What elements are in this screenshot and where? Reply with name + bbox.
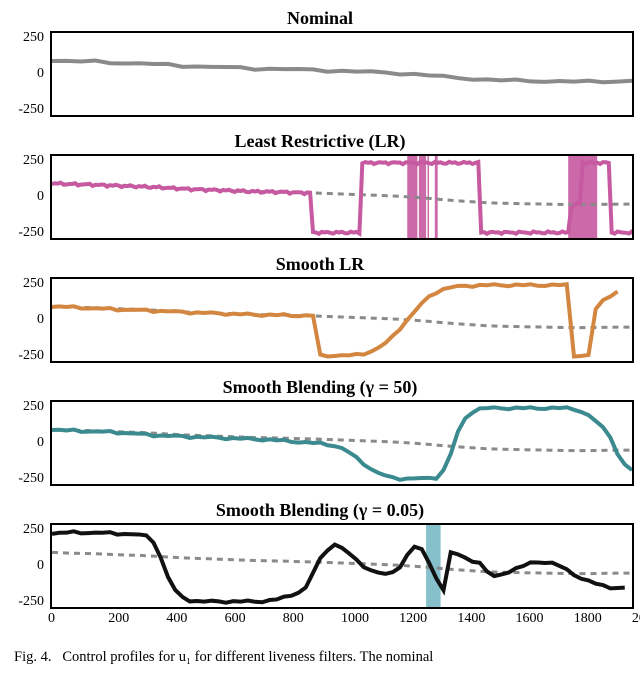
y-tick-label: 250 xyxy=(23,30,44,46)
chart-panel: Smooth Blending (γ = 50)250 0 -250 xyxy=(6,377,634,486)
chart-panel: Smooth LR250 0 -250 xyxy=(6,254,634,363)
y-tick-label: -250 xyxy=(18,471,44,487)
highlight-band xyxy=(435,156,438,238)
chart-panel: Smooth Blending (γ = 0.05)250 0 -250 020040… xyxy=(6,500,634,627)
y-tick-label: 250 xyxy=(23,153,44,169)
plot-box xyxy=(50,400,634,486)
series-line xyxy=(52,407,632,480)
y-axis: 250 0 -250 xyxy=(6,523,50,609)
plot-box xyxy=(50,277,634,363)
plot-box xyxy=(50,31,634,117)
caption-prefix: Fig. 4. xyxy=(14,649,51,665)
y-tick-label: 0 xyxy=(37,558,44,574)
series-line xyxy=(52,162,632,234)
y-tick-label: 250 xyxy=(23,522,44,538)
y-tick-label: -250 xyxy=(18,102,44,118)
series-line xyxy=(52,61,632,83)
panel-title: Smooth Blending (γ = 50) xyxy=(6,377,634,398)
panel-title: Smooth LR xyxy=(6,254,634,275)
y-tick-label: 0 xyxy=(37,66,44,82)
x-axis: 0200400600800100012001400160018002000 xyxy=(50,611,634,627)
y-axis: 250 0 -250 xyxy=(6,277,50,363)
y-axis: 250 0 -250 xyxy=(6,31,50,117)
y-axis: 250 0 -250 xyxy=(6,154,50,240)
y-tick-label: 250 xyxy=(23,399,44,415)
caption-text: Control profiles for u₁ for different li… xyxy=(62,649,433,665)
panel-title: Nominal xyxy=(6,8,634,29)
y-tick-label: -250 xyxy=(18,348,44,364)
figure-caption: Fig. 4. Control profiles for u₁ for diff… xyxy=(6,641,634,666)
plot-box xyxy=(50,154,634,240)
chart-panel: Least Restrictive (LR)250 0 -250 xyxy=(6,131,634,240)
y-tick-label: 0 xyxy=(37,435,44,451)
series-line xyxy=(52,284,618,356)
y-tick-label: -250 xyxy=(18,594,44,610)
figure-4: Nominal2500-250Least Restrictive (LR)250… xyxy=(0,0,640,666)
y-tick-label: 0 xyxy=(37,312,44,328)
plot-box xyxy=(50,523,634,609)
y-tick-label: 0 xyxy=(37,189,44,205)
chart-panel: Nominal250 0 -250 xyxy=(6,8,634,117)
y-tick-label: -250 xyxy=(18,225,44,241)
y-tick-label: 250 xyxy=(23,276,44,292)
panel-title: Smooth Blending (γ = 0.05) xyxy=(6,500,634,521)
series-line xyxy=(52,531,625,602)
y-axis: 250 0 -250 xyxy=(6,400,50,486)
panel-title: Least Restrictive (LR) xyxy=(6,131,634,152)
